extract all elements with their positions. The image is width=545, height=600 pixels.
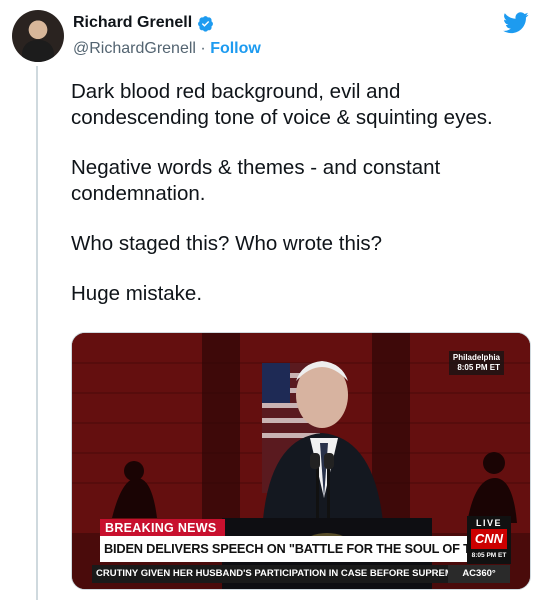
twitter-bird-icon[interactable] [503,12,529,34]
news-ticker: CRUTINY GIVEN HER HUSBAND'S PARTICIPATIO… [92,565,466,583]
handle-row: @RichardGrenell · Follow [73,40,261,58]
follow-button[interactable]: Follow [210,40,261,57]
tweet-paragraph: Who staged this? Who wrote this? [71,232,383,255]
verified-badge-icon [198,15,214,32]
network-bug: LIVE CNN 8:05 PM ET [467,516,511,564]
chyron-headline: BIDEN DELIVERS SPEECH ON "BATTLE FOR THE… [100,536,468,562]
location-city: Philadelphia [452,353,500,362]
network-time: 8:05 PM ET [471,552,507,559]
avatar[interactable] [12,10,64,62]
author-handle[interactable]: @RichardGrenell [73,40,196,57]
tweet-media-video[interactable]: Philadelphia 8:05 PM ET BREAKING NEWS BI… [71,332,531,590]
separator-dot: · [200,40,206,57]
show-label: AC360° [448,565,510,583]
location-time: 8:05 PM ET [457,363,500,372]
location-bug: Philadelphia 8:05 PM ET [448,351,504,375]
live-label: LIVE [475,518,502,528]
tweet-paragraph: Negative words & themes - and constant c… [71,156,441,205]
thread-line [36,66,38,600]
author-name[interactable]: Richard Grenell [73,14,192,32]
breaking-news-label: BREAKING NEWS [100,519,225,536]
tweet-text: Dark blood red background, evil and cond… [71,79,531,331]
tweet-paragraph: Dark blood red background, evil and cond… [71,80,493,129]
cnn-logo: CNN [471,529,507,549]
author-name-row: Richard Grenell [73,14,214,32]
tweet-paragraph: Huge mistake. [71,282,203,305]
